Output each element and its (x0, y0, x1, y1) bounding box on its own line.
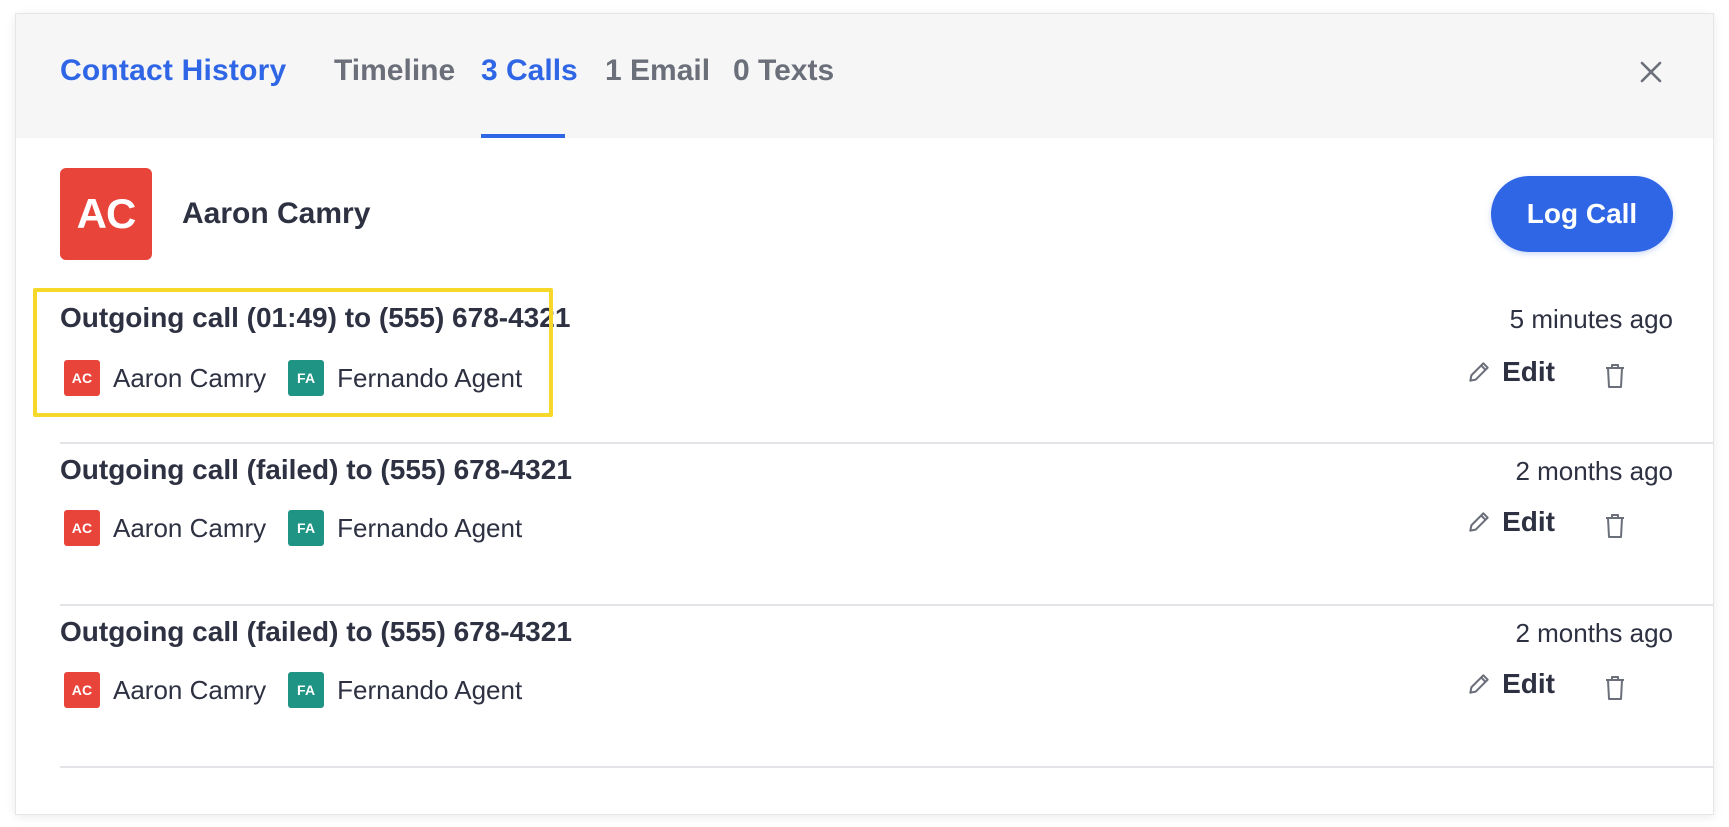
call-participants: AC Aaron Camry FA Fernando Agent (64, 510, 544, 546)
contact-badge: AC (64, 672, 100, 708)
participant-name: Aaron Camry (113, 362, 267, 393)
delete-button[interactable] (1599, 358, 1631, 394)
participant-name: Aaron Camry (113, 512, 267, 543)
call-title: Outgoing call (failed) to (555) 678-4321 (60, 454, 572, 485)
tab-timeline[interactable]: Timeline (334, 54, 455, 88)
call-time: 5 minutes ago (1509, 304, 1673, 334)
tab-email[interactable]: 1 Email (605, 54, 710, 88)
edit-button[interactable]: Edit (1466, 356, 1555, 388)
trash-icon (1606, 514, 1624, 538)
agent-badge: FA (288, 672, 325, 708)
call-list-item[interactable]: Outgoing call (failed) to (555) 678-4321… (60, 444, 1713, 606)
participant-name: Fernando Agent (337, 512, 523, 543)
call-title: Outgoing call (01:49) to (555) 678-4321 (60, 302, 571, 333)
participant-contact: AC Aaron Camry (64, 360, 266, 396)
participant-agent: FA Fernando Agent (288, 510, 522, 546)
call-time: 2 months ago (1515, 618, 1673, 648)
trash-icon (1606, 676, 1624, 700)
participant-contact: AC Aaron Camry (64, 672, 266, 708)
participant-name: Aaron Camry (113, 674, 267, 705)
participant-agent: FA Fernando Agent (288, 672, 522, 708)
contact-badge: AC (64, 360, 100, 396)
tab-texts[interactable]: 0 Texts (733, 54, 834, 88)
tab-calls[interactable]: 3 Calls (481, 54, 578, 88)
close-button[interactable] (1631, 52, 1671, 92)
agent-badge: FA (288, 510, 325, 546)
pencil-icon (1469, 362, 1489, 382)
contact-avatar: AC (60, 168, 152, 260)
active-tab-indicator (481, 134, 565, 138)
log-call-button[interactable]: Log Call (1491, 176, 1673, 252)
participant-name: Fernando Agent (337, 674, 523, 705)
call-time: 2 months ago (1515, 456, 1673, 486)
delete-button[interactable] (1599, 670, 1631, 706)
call-title: Outgoing call (failed) to (555) 678-4321 (60, 616, 572, 647)
call-list-item[interactable]: Outgoing call (01:49) to (555) 678-4321 … (60, 282, 1713, 444)
close-icon (1640, 61, 1662, 83)
participant-name: Fernando Agent (337, 362, 523, 393)
call-participants: AC Aaron Camry FA Fernando Agent (64, 360, 544, 396)
participant-contact: AC Aaron Camry (64, 510, 266, 546)
trash-icon (1606, 364, 1624, 388)
contact-badge: AC (64, 510, 100, 546)
delete-button[interactable] (1599, 508, 1631, 544)
contact-name: Aaron Camry (182, 197, 371, 230)
pencil-icon (1469, 674, 1489, 694)
contact-history-panel: Contact History Timeline 3 Calls 1 Email… (16, 14, 1713, 814)
edit-button[interactable]: Edit (1466, 506, 1555, 538)
call-participants: AC Aaron Camry FA Fernando Agent (64, 672, 544, 708)
edit-label: Edit (1502, 668, 1555, 699)
edit-label: Edit (1502, 506, 1555, 537)
participant-agent: FA Fernando Agent (288, 360, 522, 396)
edit-label: Edit (1502, 356, 1555, 387)
panel-title: Contact History (60, 54, 287, 87)
panel-header: Contact History Timeline 3 Calls 1 Email… (16, 14, 1713, 138)
pencil-icon (1469, 512, 1489, 532)
call-list-item[interactable]: Outgoing call (failed) to (555) 678-4321… (60, 606, 1713, 768)
agent-badge: FA (288, 360, 325, 396)
edit-button[interactable]: Edit (1466, 668, 1555, 700)
